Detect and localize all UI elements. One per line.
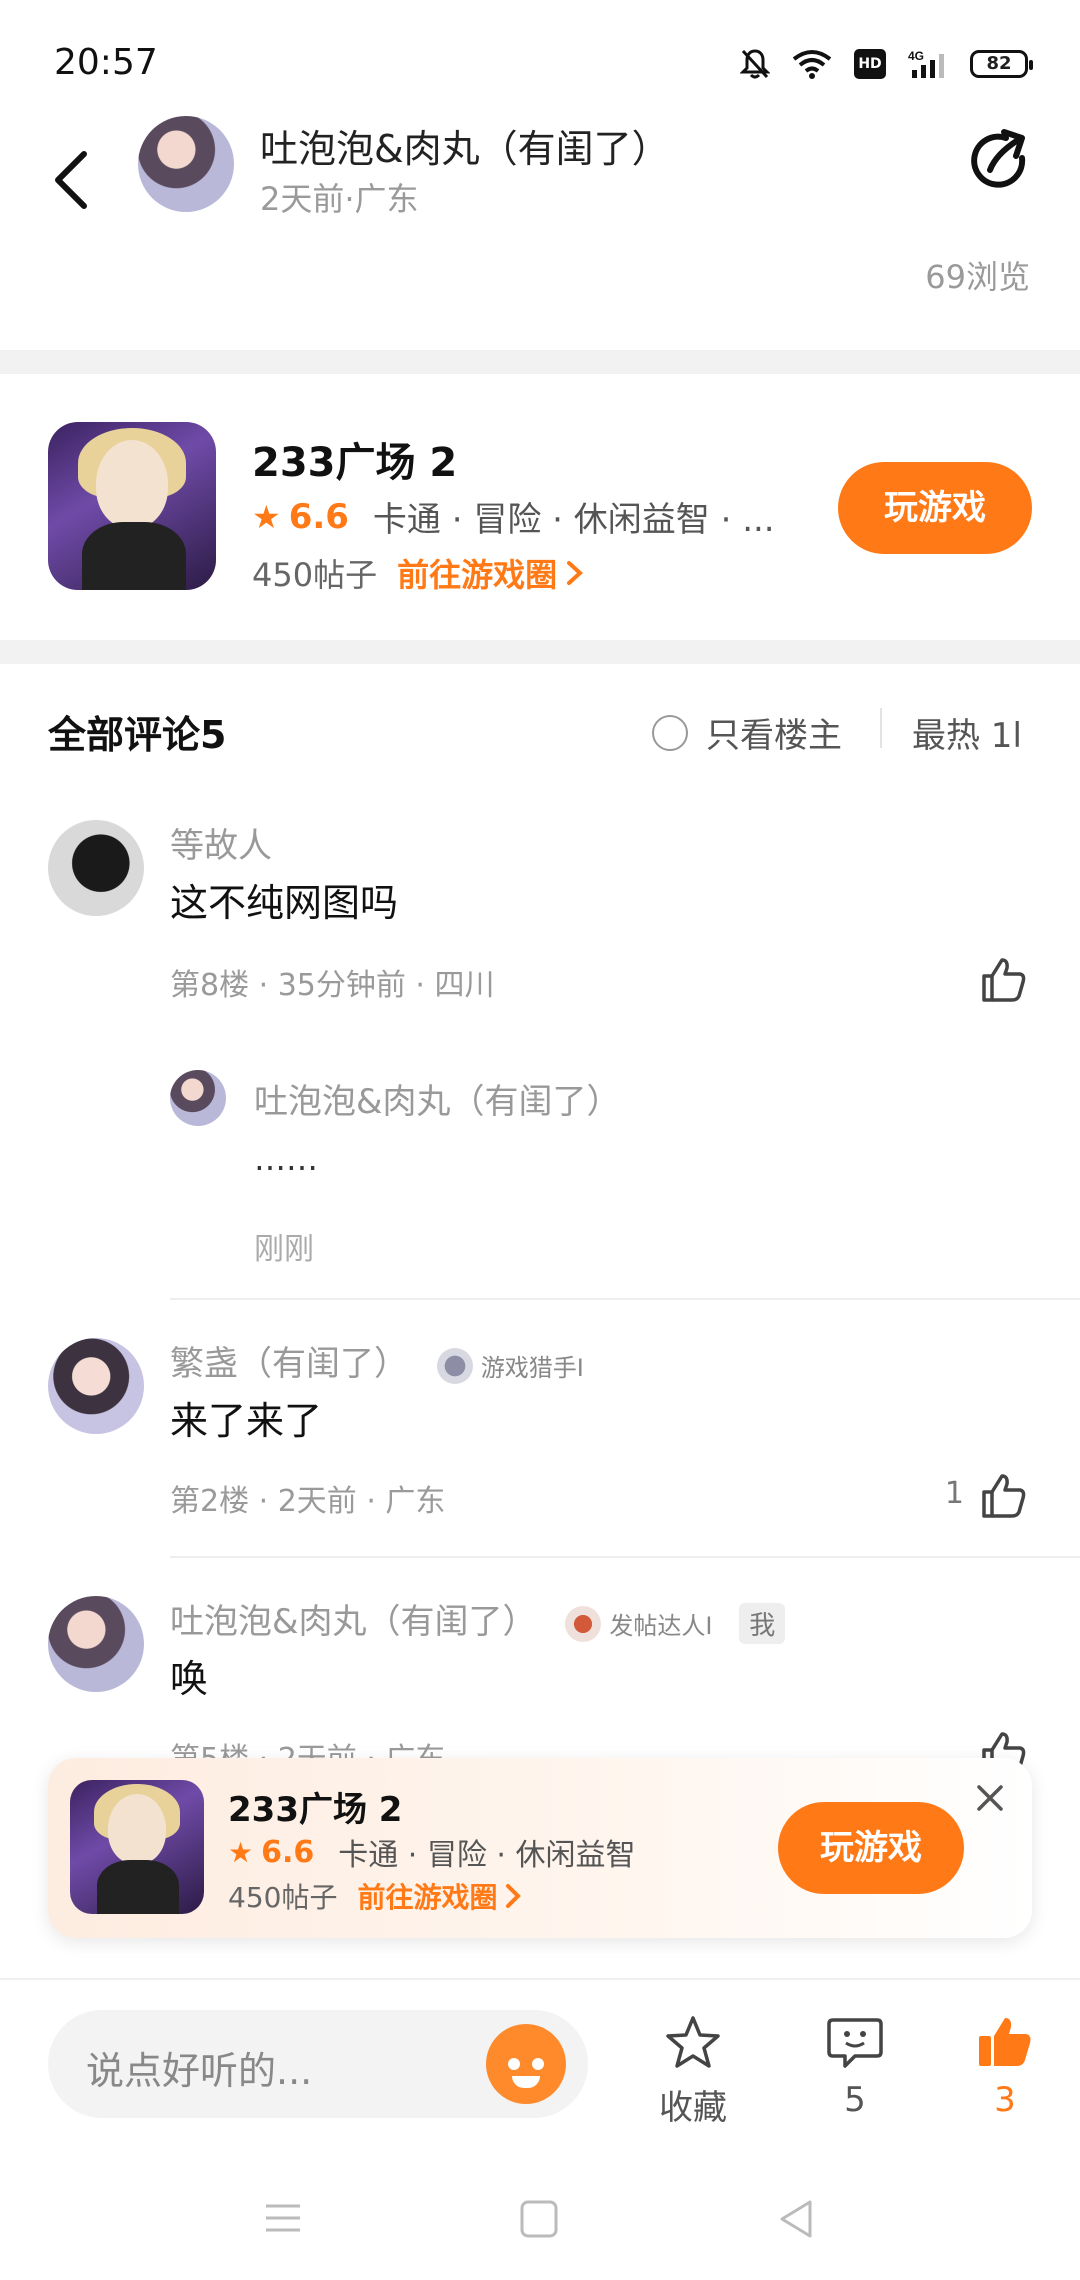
svg-text:4G: 4G [908, 49, 924, 63]
reply-avatar[interactable] [170, 1070, 226, 1126]
like-icon[interactable] [978, 1470, 1028, 1520]
share-icon[interactable] [966, 128, 1032, 194]
star-outline-icon [666, 2016, 720, 2068]
home-icon[interactable] [518, 2198, 560, 2240]
game-title[interactable]: 233广场 2 [252, 430, 457, 488]
star-icon: ★ [228, 1835, 254, 1869]
chevron-right-icon [506, 1884, 522, 1908]
comment-button[interactable]: 5 [800, 2014, 910, 2120]
header-separator [880, 708, 882, 748]
menu-icon[interactable] [262, 2200, 304, 2236]
favorite-label: 收藏 [659, 2088, 727, 2128]
comment-count: 5 [844, 2080, 866, 2120]
comments-header: 全部评论5 只看楼主 最热 1l [0, 664, 1080, 804]
game-icon[interactable] [48, 422, 216, 590]
floating-rating-row: ★ 6.6 卡通 · 冒险 · 休闲益智 [228, 1830, 635, 1874]
floating-game-icon[interactable] [70, 1780, 204, 1914]
commenter-avatar[interactable] [48, 1596, 144, 1692]
status-time: 20:57 [54, 42, 158, 83]
poster-badge-icon [565, 1605, 602, 1642]
me-tag: 我 [739, 1603, 786, 1644]
post-header: 吐泡泡&肉丸（有闺了） 2天前·广东 69浏览 [0, 100, 1080, 350]
battery-icon: 82 [970, 50, 1033, 78]
chevron-right-icon [567, 561, 584, 585]
back-icon[interactable] [44, 140, 104, 220]
commenter-name[interactable]: 繁盏（有闺了） [170, 1344, 408, 1384]
floating-play-game-button[interactable]: 玩游戏 [778, 1802, 964, 1894]
section-divider [0, 640, 1080, 664]
floating-game-tags: 卡通 · 冒险 · 休闲益智 [338, 1838, 636, 1873]
like-icon[interactable] [978, 954, 1028, 1004]
comment-bubble-icon [827, 2018, 883, 2068]
reply-author[interactable]: 吐泡泡&肉丸（有闺了） [254, 1074, 621, 1123]
comment-divider [170, 1298, 1080, 1300]
reply-item: 吐泡泡&肉丸（有闺了） …… 刚刚 [170, 1060, 1080, 1300]
like-count: 3 [994, 2080, 1016, 2120]
floating-post-count: 450帖子 [228, 1881, 338, 1914]
game-card[interactable]: 233广场 2 ★ 6.6 卡通 · 冒险 · 休闲益智 · ... 450帖子… [0, 374, 1080, 640]
comment-text[interactable]: 这不纯网图吗 [170, 872, 398, 927]
post-meta: 2天前·广东 [260, 180, 419, 218]
star-icon: ★ [252, 497, 281, 536]
author-name[interactable]: 吐泡泡&肉丸（有闺了） [260, 118, 670, 173]
hd-icon: HD [854, 49, 886, 79]
floating-game-card[interactable]: 233广场 2 ★ 6.6 卡通 · 冒险 · 休闲益智 450帖子 前往游戏圈… [48, 1758, 1032, 1938]
floating-game-rating: 6.6 [261, 1834, 315, 1870]
like-count: 1 [944, 1476, 964, 1511]
wifi-icon [792, 50, 832, 79]
mute-bell-icon [740, 49, 770, 79]
radio-icon[interactable] [652, 714, 688, 751]
reply-text[interactable]: …… [254, 1140, 318, 1178]
game-rating-row: ★ 6.6 卡通 · 冒险 · 休闲益智 · ... [252, 492, 775, 541]
comment-divider [170, 1556, 1080, 1558]
floating-goto-circle-link[interactable]: 前往游戏圈 [357, 1876, 497, 1916]
favorite-button[interactable]: 收藏 [638, 2014, 748, 2129]
game-rating: 6.6 [288, 496, 349, 537]
floating-game-title[interactable]: 233广场 2 [228, 1782, 402, 1831]
mascot-emoji-icon[interactable] [486, 2024, 566, 2104]
sort-button[interactable]: 最热 1l [912, 708, 1022, 757]
hunter-badge-icon [436, 1347, 473, 1384]
user-badge: 游戏猎手I [436, 1347, 584, 1384]
floating-posts-row: 450帖子 前往游戏圈 [228, 1876, 525, 1916]
comment-item: 繁盏（有闺了） 游戏猎手I 来了来了 第2楼 · 2天前 · 广东 1 [0, 1330, 1080, 1560]
bottom-action-bar: 说点好听的... 收藏 5 3 [0, 1978, 1080, 2138]
comment-meta: 第8楼 · 35分钟前 · 四川 [170, 968, 495, 1003]
commenter-avatar[interactable] [48, 1338, 144, 1434]
goto-circle-link[interactable]: 前往游戏圈 [397, 550, 557, 596]
status-icons: HD 4G 82 [740, 44, 1033, 84]
signal-4g-icon: 4G [908, 49, 944, 78]
close-icon[interactable] [972, 1780, 1008, 1816]
commenter-avatar[interactable] [48, 820, 144, 916]
badge-label: 游戏猎手I [480, 1354, 584, 1382]
commenter-name-row: 吐泡泡&肉丸（有闺了） 发帖达人I 我 [170, 1594, 786, 1644]
game-tags: 卡通 · 冒险 · 休闲益智 · ... [372, 500, 775, 540]
system-nav-bar [0, 2160, 1080, 2280]
game-posts-row: 450帖子 前往游戏圈 [252, 550, 587, 596]
reply-time: 刚刚 [254, 1232, 314, 1267]
comment-text[interactable]: 来了来了 [170, 1390, 322, 1445]
back-nav-icon[interactable] [776, 2198, 816, 2240]
play-game-button[interactable]: 玩游戏 [838, 462, 1032, 554]
comment-input[interactable]: 说点好听的... [48, 2010, 588, 2118]
author-avatar[interactable] [138, 116, 234, 212]
only-op-toggle[interactable]: 只看楼主 [652, 708, 842, 757]
user-badge: 发帖达人I [565, 1605, 713, 1642]
badge-label: 发帖达人I [609, 1612, 713, 1640]
view-count: 69浏览 [925, 258, 1030, 296]
commenter-name[interactable]: 等故人 [170, 818, 272, 867]
comment-text[interactable]: 唤 [170, 1648, 208, 1703]
comment-meta: 第2楼 · 2天前 · 广东 [170, 1484, 446, 1519]
game-post-count: 450帖子 [252, 556, 378, 594]
comments-title: 全部评论5 [48, 713, 227, 757]
commenter-name[interactable]: 吐泡泡&肉丸（有闺了） [170, 1602, 537, 1642]
comment-input-placeholder: 说点好听的... [86, 2049, 313, 2093]
thumbs-up-filled-icon [979, 2018, 1031, 2066]
commenter-name-row: 繁盏（有闺了） 游戏猎手I [170, 1336, 584, 1385]
like-post-button[interactable]: 3 [950, 2014, 1060, 2120]
only-op-label: 只看楼主 [706, 716, 842, 756]
section-divider [0, 350, 1080, 374]
